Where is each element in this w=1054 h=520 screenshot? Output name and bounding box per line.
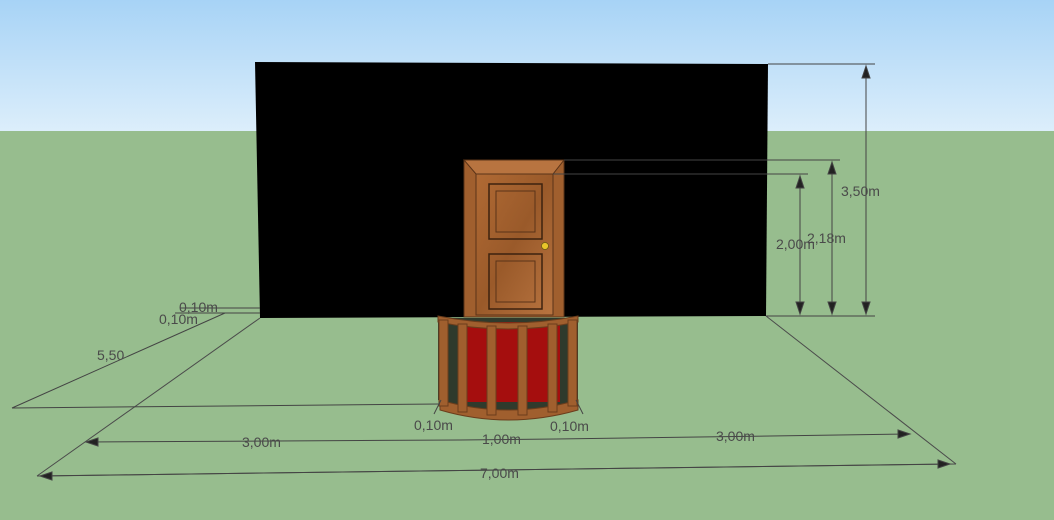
label-wall-height: 3,50m — [841, 183, 880, 199]
wooden-door[interactable] — [462, 159, 566, 318]
sketchup-viewport[interactable]: 3,50m 2,18m 2,00m 0,10m 0,10m 5,50 0,10m… — [0, 0, 1054, 520]
door-knob[interactable] — [541, 242, 549, 250]
label-thickness-b: 0,10m — [159, 311, 198, 327]
label-total-width: 7,00m — [480, 465, 519, 481]
label-post-left: 0,10m — [414, 417, 453, 433]
label-door-width: 1,00m — [482, 431, 521, 447]
door-platform[interactable] — [437, 315, 579, 421]
door-frame-bevel — [462, 159, 566, 175]
label-post-right: 0,10m — [550, 418, 589, 434]
label-door-height: 2,00m — [776, 236, 815, 252]
label-right-width: 3,00m — [716, 428, 755, 444]
label-depth: 5,50 — [97, 347, 124, 363]
red-carpet — [465, 322, 560, 402]
label-left-width: 3,00m — [242, 434, 281, 450]
